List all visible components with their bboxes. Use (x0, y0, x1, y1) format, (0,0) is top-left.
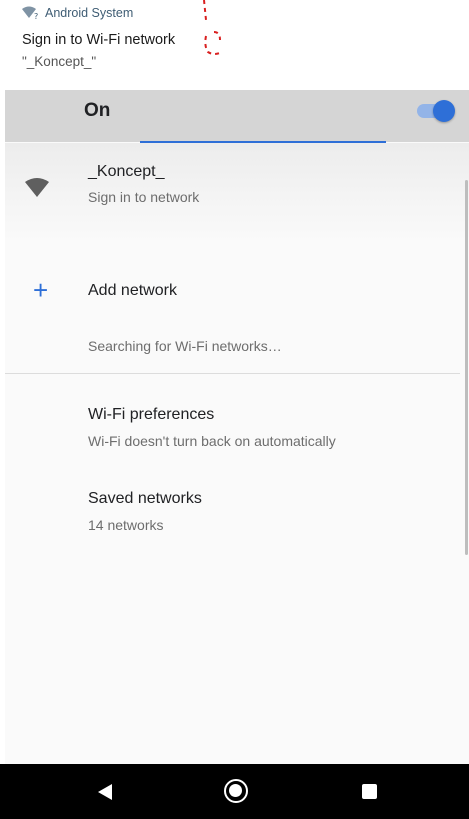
notification-title: Sign in to Wi-Fi network (22, 32, 176, 48)
wifi-signal-icon (25, 178, 49, 197)
wifi-preferences-item[interactable]: Wi-Fi preferences Wi-Fi doesn't turn bac… (5, 400, 445, 460)
network-item-koncept[interactable]: _Koncept_ Sign in to network (5, 143, 469, 243)
plus-icon: + (33, 275, 49, 305)
wifi-preferences-subtitle: Wi-Fi doesn't turn back on automatically (88, 433, 336, 449)
wifi-toggle-label: On (84, 100, 111, 121)
recents-square-icon[interactable] (362, 784, 377, 799)
wifi-master-toggle-bar[interactable]: On (5, 90, 469, 142)
notification-text: "_Koncept_" (22, 54, 97, 69)
dashed-annotation-mark (203, 0, 223, 55)
home-circle-icon[interactable] (224, 779, 248, 803)
divider (5, 373, 460, 374)
saved-networks-subtitle: 14 networks (88, 517, 164, 533)
wifi-question-icon: ? (22, 6, 40, 21)
back-triangle-icon[interactable] (96, 783, 114, 801)
notification-app-name: Android System (45, 6, 134, 20)
wifi-settings-panel: On _Koncept_ Sign in to network + Add ne… (5, 90, 469, 764)
network-status: Sign in to network (88, 189, 200, 205)
add-network-label: Add network (88, 282, 177, 299)
navigation-bar (0, 764, 469, 819)
wifi-toggle-switch[interactable] (415, 99, 455, 123)
add-network-button[interactable]: + Add network (5, 268, 445, 316)
sign-in-notification[interactable]: ? Android System Sign in to Wi-Fi networ… (0, 0, 469, 90)
notification-header: ? Android System (22, 6, 134, 21)
scan-status-text: Searching for Wi-Fi networks… (88, 338, 282, 354)
saved-networks-title: Saved networks (88, 490, 202, 507)
scrollbar[interactable] (465, 180, 468, 555)
saved-networks-item[interactable]: Saved networks 14 networks (5, 484, 445, 544)
home-inner-dot (229, 784, 242, 797)
switch-thumb (433, 100, 455, 122)
network-name: _Koncept_ (88, 163, 165, 180)
wifi-preferences-title: Wi-Fi preferences (88, 406, 215, 423)
svg-text:?: ? (34, 12, 38, 20)
